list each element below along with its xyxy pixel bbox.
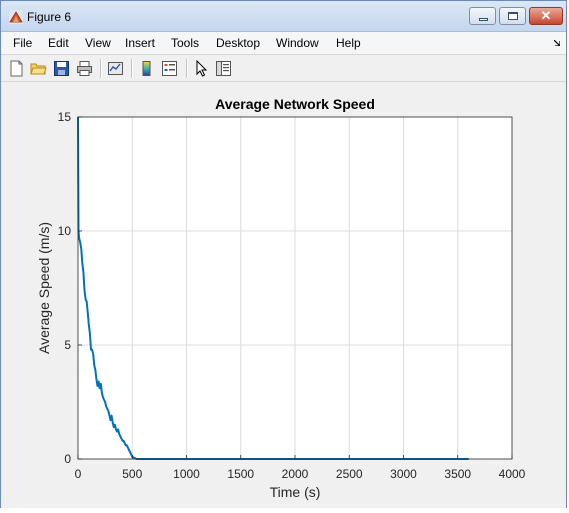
minimize-button[interactable] <box>469 7 496 25</box>
y-tick-label: 5 <box>64 338 71 352</box>
window-title: Figure 6 <box>27 10 72 24</box>
maximize-icon <box>508 12 518 20</box>
x-tick-label: 2000 <box>282 467 309 481</box>
menu-window[interactable]: Window <box>276 36 319 50</box>
edit-plot-pointer-icon[interactable] <box>193 60 210 77</box>
maximize-button[interactable] <box>499 7 526 25</box>
title-bar[interactable]: Figure 6 ✕ <box>1 1 566 32</box>
minimize-icon <box>479 18 488 21</box>
x-tick-label: 0 <box>75 467 82 481</box>
legend-icon[interactable] <box>161 60 178 77</box>
open-file-icon[interactable] <box>30 60 47 77</box>
x-tick-label: 2500 <box>336 467 363 481</box>
x-tick-label: 3500 <box>444 467 471 481</box>
close-icon: ✕ <box>540 8 552 23</box>
print-icon[interactable] <box>76 60 93 77</box>
menu-view[interactable]: View <box>85 36 111 50</box>
menu-bar: File Edit View Insert Tools Desktop Wind… <box>1 32 566 54</box>
figure-canvas: 0 500 1000 1500 2000 2500 3000 3500 4000 0 5 10 15 A… <box>1 83 566 508</box>
matlab-figure-icon <box>9 10 23 24</box>
y-tick-label: 10 <box>58 224 72 238</box>
y-axis-label: Average Speed (m/s) <box>36 222 52 354</box>
menu-tools[interactable]: Tools <box>171 36 199 50</box>
close-button[interactable]: ✕ <box>529 7 563 25</box>
toolbar-separator <box>186 59 188 78</box>
figure-toolbar <box>1 54 566 82</box>
menu-file[interactable]: File <box>13 36 32 50</box>
menu-help[interactable]: Help <box>336 36 361 50</box>
x-axis-label: Time (s) <box>270 484 321 500</box>
y-tick-label: 0 <box>64 452 71 466</box>
new-figure-icon[interactable] <box>8 60 25 77</box>
x-tick-label: 1500 <box>227 467 254 481</box>
x-tick-label: 4000 <box>499 467 526 481</box>
menu-desktop[interactable]: Desktop <box>216 36 260 50</box>
toolbar-separator <box>131 59 133 78</box>
x-tick-label: 500 <box>122 467 142 481</box>
line-chart[interactable]: 0 500 1000 1500 2000 2500 3000 3500 4000 0 5 10 15 A… <box>1 83 568 508</box>
figure-window: Figure 6 ✕ File Edit View Insert Tools D… <box>0 0 567 508</box>
toolbar-separator <box>100 59 102 78</box>
chart-title: Average Network Speed <box>215 96 375 112</box>
y-tick-label: 15 <box>58 110 72 124</box>
menu-insert[interactable]: Insert <box>125 36 155 50</box>
menu-edit[interactable]: Edit <box>48 36 69 50</box>
x-tick-label: 1000 <box>173 467 200 481</box>
x-tick-label: 3000 <box>390 467 417 481</box>
colorbar-icon[interactable] <box>138 60 155 77</box>
property-editor-icon[interactable] <box>215 60 232 77</box>
save-icon[interactable] <box>53 60 70 77</box>
menubar-dock-arrow-icon[interactable] <box>554 40 560 46</box>
link-plot-icon[interactable] <box>107 60 124 77</box>
